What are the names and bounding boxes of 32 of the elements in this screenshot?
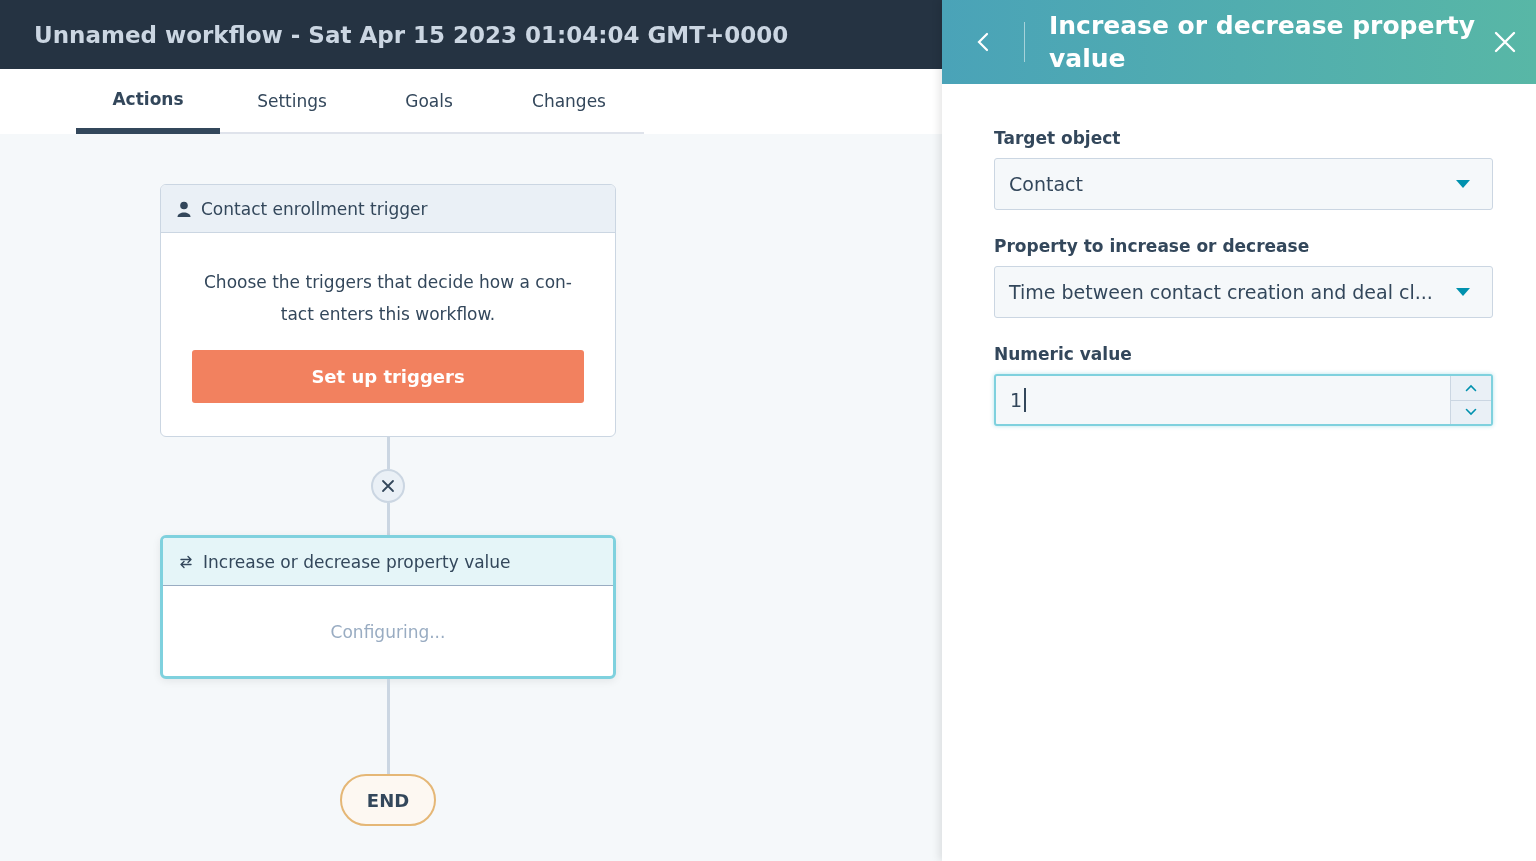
- tab[interactable]: Changes: [494, 69, 644, 134]
- swap-arrows-icon: [179, 554, 193, 569]
- card-title: Contact enrollment trigger: [201, 198, 428, 219]
- close-button[interactable]: [1494, 31, 1516, 53]
- chevron-down-icon: [1465, 408, 1477, 417]
- back-button[interactable]: [976, 31, 990, 53]
- decrement-button[interactable]: [1451, 399, 1491, 424]
- card-description: Choose the triggers that decide how a con-tact enters this workflow.: [203, 271, 573, 326]
- number-input-field[interactable]: 1: [994, 374, 1493, 426]
- tab[interactable]: Settings: [220, 69, 364, 134]
- remove-button[interactable]: [371, 469, 405, 503]
- dropdown-field[interactable]: Contact: [994, 158, 1493, 210]
- field-label: Property to increase or decrease: [994, 236, 1311, 256]
- increment-button[interactable]: [1451, 376, 1491, 400]
- tab[interactable]: Actions: [76, 69, 220, 134]
- card-status: Configuring...: [330, 622, 446, 642]
- end-node: END: [340, 774, 436, 826]
- caret-icon: [1456, 180, 1470, 188]
- field-label: Numeric value: [994, 344, 1133, 364]
- workflow-card[interactable]: Increase or decrease property value Configuring...: [160, 535, 616, 679]
- workflow-card[interactable]: Contact enrollment trigger Choose the triggers that decide how a con-tact enters this workflow. Set up triggers: [160, 184, 616, 437]
- card-title: Increase or decrease property value: [203, 551, 511, 572]
- close-icon: [381, 479, 395, 493]
- caret-icon: [1456, 288, 1470, 296]
- dropdown-field[interactable]: Time between contact creation and deal cl...: [994, 266, 1493, 318]
- window-title: Unnamed workflow - Sat Apr 15 2023 01:04:04 GMT+0000: [34, 21, 789, 48]
- tab[interactable]: Goals: [364, 69, 494, 134]
- text-cursor: [1024, 388, 1026, 412]
- panel-title: Increase or decrease property value: [1049, 10, 1476, 75]
- chevron-up-icon: [1465, 383, 1477, 392]
- field-label: Target object: [994, 128, 1122, 148]
- person-icon: [177, 200, 191, 217]
